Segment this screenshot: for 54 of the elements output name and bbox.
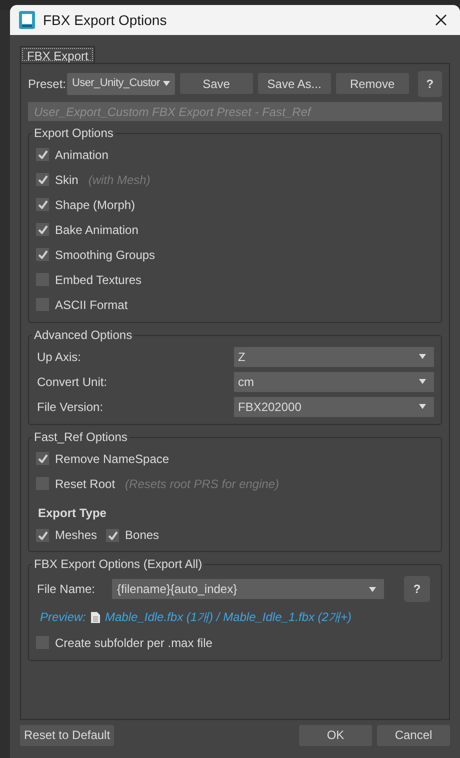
close-icon[interactable]: [435, 14, 447, 26]
caret-icon: [419, 404, 426, 409]
group-title: Export Options: [33, 125, 114, 142]
checkbox-label: Bake Animation: [55, 222, 138, 238]
field-label: Up Axis:: [37, 348, 82, 366]
document-icon: [91, 612, 100, 622]
dropdown[interactable]: cm: [234, 372, 434, 392]
window-title: FBX Export Options: [43, 10, 168, 30]
group-title: Advanced Options: [33, 327, 134, 344]
dropdown[interactable]: FBX202000: [234, 396, 434, 416]
caret-icon: [162, 81, 170, 86]
preset-button[interactable]: Save: [180, 73, 253, 94]
checkbox-label: Reset Root: [55, 476, 116, 492]
checkbox[interactable]: [36, 528, 49, 542]
checkbox[interactable]: [36, 198, 49, 211]
help-button[interactable]: ?: [418, 70, 442, 96]
caret-icon: [419, 379, 426, 384]
preset-button[interactable]: Remove: [336, 73, 409, 94]
checkbox-label: Animation: [55, 146, 108, 164]
field-label: File Name:: [37, 581, 96, 598]
footer-button[interactable]: Reset to Default: [20, 724, 114, 746]
checkbox[interactable]: [36, 223, 49, 236]
footer-button[interactable]: Cancel: [377, 724, 450, 746]
preset-button[interactable]: Save As...: [258, 73, 331, 94]
preview-text: Mable_Idle.fbx (1개) / Mable_Idle_1.fbx (2개+): [105, 609, 352, 626]
group-title: FBX Export Options (Export All): [33, 556, 204, 573]
checkbox-label: Embed Textures: [55, 272, 142, 288]
checkbox[interactable]: [36, 452, 49, 465]
checkbox[interactable]: [106, 528, 120, 542]
caret-icon: [419, 354, 426, 359]
help-button[interactable]: ?: [404, 576, 430, 602]
checkbox-label: Meshes: [55, 527, 98, 544]
checkbox[interactable]: [36, 248, 49, 261]
checkbox-label: ASCII Format: [55, 296, 128, 314]
checkbox-label: Remove NameSpace: [55, 450, 170, 468]
checkbox-label: Skin: [55, 172, 78, 188]
app-icon: [19, 11, 35, 29]
footer-button[interactable]: OK: [299, 724, 372, 746]
checkbox-label: Bones: [125, 527, 160, 544]
dropdown[interactable]: Z: [234, 346, 434, 366]
group-title: Fast_Ref Options: [33, 429, 128, 446]
preview-label: Preview:: [40, 609, 86, 626]
field-label: Convert Unit:: [37, 374, 108, 390]
field-label: File Version:: [37, 398, 104, 416]
dropdown[interactable]: {filename}{auto_index}: [112, 579, 384, 599]
tab[interactable]: FBX Export: [20, 46, 96, 63]
preset-dropdown[interactable]: User_Unity_Custor: [67, 72, 175, 94]
checkbox-label: Create subfolder per .max file: [55, 634, 212, 652]
checkbox-label: Shape (Morph): [55, 196, 136, 214]
caret-icon: [369, 586, 376, 592]
section-heading: Export Type: [38, 505, 106, 522]
checkbox-label: Smoothing Groups: [55, 246, 156, 264]
checkbox[interactable]: [36, 173, 49, 186]
checkbox[interactable]: [36, 148, 49, 161]
